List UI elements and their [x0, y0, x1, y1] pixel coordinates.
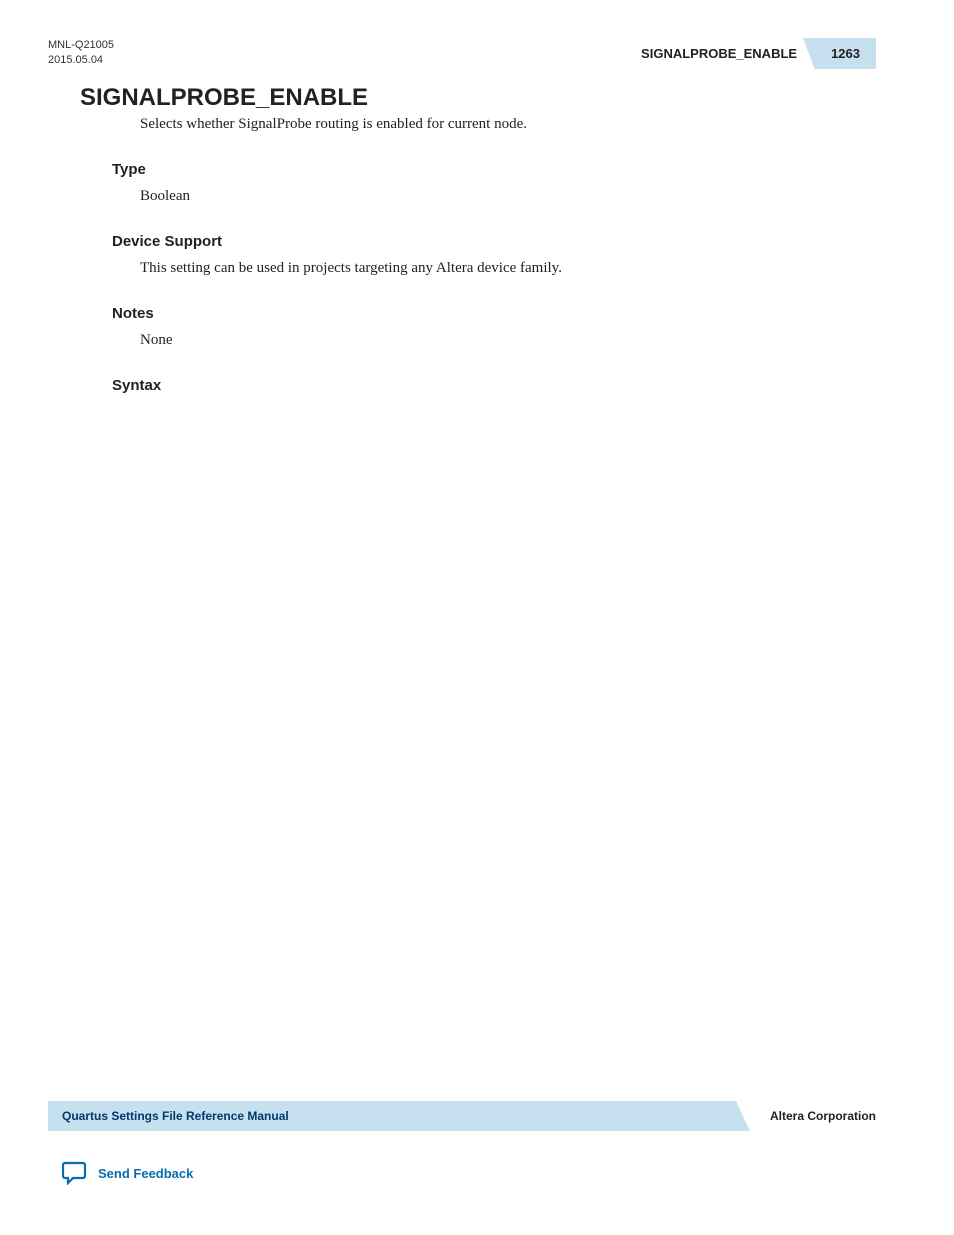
speech-bubble-icon — [62, 1161, 88, 1185]
notes-label: Notes — [112, 305, 876, 322]
description-text: Selects whether SignalProbe routing is e… — [140, 116, 876, 133]
page-number-box: 1263 — [815, 38, 876, 69]
document-id: MNL-Q21005 — [48, 38, 114, 53]
notes-value: None — [140, 332, 876, 349]
page-header: MNL-Q21005 2015.05.04 SIGNALPROBE_ENABLE… — [48, 38, 876, 69]
content-area: Selects whether SignalProbe routing is e… — [140, 116, 876, 422]
device-support-label: Device Support — [112, 233, 876, 250]
manual-title: Quartus Settings File Reference Manual — [62, 1109, 289, 1123]
header-section-title: SIGNALPROBE_ENABLE — [641, 46, 797, 61]
type-value: Boolean — [140, 188, 876, 205]
send-feedback-link[interactable]: Send Feedback — [98, 1166, 193, 1181]
footer-bar: Quartus Settings File Reference Manual A… — [48, 1101, 876, 1131]
header-right: SIGNALPROBE_ENABLE 1263 — [641, 38, 876, 69]
header-left: MNL-Q21005 2015.05.04 — [48, 38, 114, 69]
page-title: SIGNALPROBE_ENABLE — [80, 84, 368, 112]
page-number: 1263 — [831, 46, 860, 61]
type-label: Type — [112, 161, 876, 178]
company-name: Altera Corporation — [770, 1109, 876, 1123]
device-support-value: This setting can be used in projects tar… — [140, 260, 876, 277]
feedback-row: Send Feedback — [62, 1161, 193, 1185]
document-date: 2015.05.04 — [48, 53, 114, 68]
syntax-label: Syntax — [112, 377, 876, 394]
manual-title-box: Quartus Settings File Reference Manual — [48, 1101, 736, 1131]
